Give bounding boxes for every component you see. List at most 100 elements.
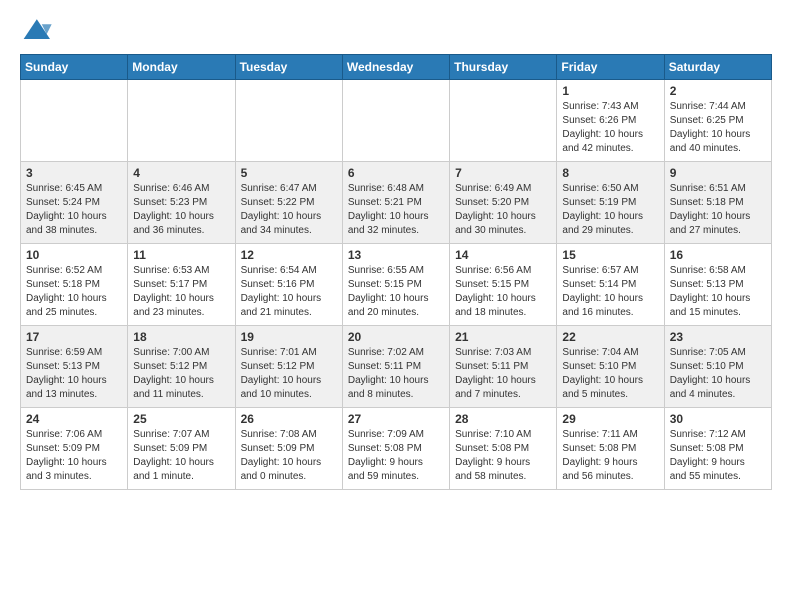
day-number: 21 <box>455 330 551 344</box>
day-info: Sunrise: 7:00 AM Sunset: 5:12 PM Dayligh… <box>133 346 229 402</box>
day-number: 28 <box>455 412 551 426</box>
calendar-cell <box>342 80 449 162</box>
calendar-cell: 9 Sunrise: 6:51 AM Sunset: 5:18 PM Daylig… <box>664 162 771 244</box>
calendar-table: SundayMondayTuesdayWednesdayThursdayFrid… <box>20 54 772 490</box>
day-number: 10 <box>26 248 122 262</box>
calendar-cell: 30 Sunrise: 7:12 AM Sunset: 5:08 PM Dayli… <box>664 408 771 490</box>
calendar-cell: 17 Sunrise: 6:59 AM Sunset: 5:13 PM Dayli… <box>21 326 128 408</box>
calendar-cell: 6Sunrise: 6:48 AM Sunset: 5:21 PM Daylig… <box>342 162 449 244</box>
day-number: 30 <box>670 412 766 426</box>
calendar-cell: 28Sunrise: 7:10 AM Sunset: 5:08 PM Dayli… <box>450 408 557 490</box>
logo <box>20 16 56 44</box>
calendar-cell: 26Sunrise: 7:08 AM Sunset: 5:09 PM Dayli… <box>235 408 342 490</box>
day-info: Sunrise: 6:59 AM Sunset: 5:13 PM Dayligh… <box>26 346 122 402</box>
day-info: Sunrise: 6:46 AM Sunset: 5:23 PM Dayligh… <box>133 182 229 238</box>
weekday-header-thursday: Thursday <box>450 55 557 80</box>
day-number: 2 <box>670 84 766 98</box>
calendar-cell <box>235 80 342 162</box>
day-info: Sunrise: 6:45 AM Sunset: 5:24 PM Dayligh… <box>26 182 122 238</box>
calendar-cell: 8 Sunrise: 6:50 AM Sunset: 5:19 PM Daylig… <box>557 162 664 244</box>
calendar-cell: 19 Sunrise: 7:01 AM Sunset: 5:12 PM Dayli… <box>235 326 342 408</box>
day-number: 4 <box>133 166 229 180</box>
weekday-header-monday: Monday <box>128 55 235 80</box>
day-number: 17 <box>26 330 122 344</box>
weekday-header-tuesday: Tuesday <box>235 55 342 80</box>
weekday-header-sunday: Sunday <box>21 55 128 80</box>
day-number: 7 <box>455 166 551 180</box>
calendar-cell: 14 Sunrise: 6:56 AM Sunset: 5:15 PM Dayli… <box>450 244 557 326</box>
calendar-cell <box>21 80 128 162</box>
calendar-cell: 20 Sunrise: 7:02 AM Sunset: 5:11 PM Dayli… <box>342 326 449 408</box>
day-info: Sunrise: 7:06 AM Sunset: 5:09 PM Dayligh… <box>26 428 122 484</box>
day-number: 18 <box>133 330 229 344</box>
week-row-4: 24Sunrise: 7:06 AM Sunset: 5:09 PM Dayli… <box>21 408 772 490</box>
calendar-cell: 15Sunrise: 6:57 AM Sunset: 5:14 PM Dayli… <box>557 244 664 326</box>
week-row-0: 1 Sunrise: 7:43 AM Sunset: 6:26 PM Daylig… <box>21 80 772 162</box>
day-info: Sunrise: 6:48 AM Sunset: 5:21 PM Dayligh… <box>348 182 444 238</box>
day-number: 3 <box>26 166 122 180</box>
week-row-3: 17 Sunrise: 6:59 AM Sunset: 5:13 PM Dayli… <box>21 326 772 408</box>
calendar-cell: 3 Sunrise: 6:45 AM Sunset: 5:24 PM Daylig… <box>21 162 128 244</box>
day-info: Sunrise: 6:56 AM Sunset: 5:15 PM Dayligh… <box>455 264 551 320</box>
day-info: Sunrise: 6:49 AM Sunset: 5:20 PM Dayligh… <box>455 182 551 238</box>
day-number: 23 <box>670 330 766 344</box>
day-info: Sunrise: 6:53 AM Sunset: 5:17 PM Dayligh… <box>133 264 229 320</box>
day-info: Sunrise: 7:44 AM Sunset: 6:25 PM Dayligh… <box>670 100 766 156</box>
day-info: Sunrise: 6:52 AM Sunset: 5:18 PM Dayligh… <box>26 264 122 320</box>
calendar-cell: 22 Sunrise: 7:04 AM Sunset: 5:10 PM Dayli… <box>557 326 664 408</box>
day-info: Sunrise: 7:01 AM Sunset: 5:12 PM Dayligh… <box>241 346 337 402</box>
calendar-cell: 2 Sunrise: 7:44 AM Sunset: 6:25 PM Daylig… <box>664 80 771 162</box>
day-info: Sunrise: 6:54 AM Sunset: 5:16 PM Dayligh… <box>241 264 337 320</box>
day-info: Sunrise: 7:03 AM Sunset: 5:11 PM Dayligh… <box>455 346 551 402</box>
day-info: Sunrise: 7:07 AM Sunset: 5:09 PM Dayligh… <box>133 428 229 484</box>
logo-icon <box>20 16 52 44</box>
calendar-cell: 10 Sunrise: 6:52 AM Sunset: 5:18 PM Dayli… <box>21 244 128 326</box>
day-info: Sunrise: 7:04 AM Sunset: 5:10 PM Dayligh… <box>562 346 658 402</box>
day-info: Sunrise: 6:47 AM Sunset: 5:22 PM Dayligh… <box>241 182 337 238</box>
calendar-cell: 12 Sunrise: 6:54 AM Sunset: 5:16 PM Dayli… <box>235 244 342 326</box>
day-number: 14 <box>455 248 551 262</box>
day-info: Sunrise: 7:43 AM Sunset: 6:26 PM Dayligh… <box>562 100 658 156</box>
day-number: 1 <box>562 84 658 98</box>
day-number: 11 <box>133 248 229 262</box>
day-info: Sunrise: 6:58 AM Sunset: 5:13 PM Dayligh… <box>670 264 766 320</box>
calendar-cell: 27Sunrise: 7:09 AM Sunset: 5:08 PM Dayli… <box>342 408 449 490</box>
calendar-cell: 1 Sunrise: 7:43 AM Sunset: 6:26 PM Daylig… <box>557 80 664 162</box>
day-number: 13 <box>348 248 444 262</box>
day-info: Sunrise: 6:51 AM Sunset: 5:18 PM Dayligh… <box>670 182 766 238</box>
day-number: 20 <box>348 330 444 344</box>
calendar-cell: 16 Sunrise: 6:58 AM Sunset: 5:13 PM Dayli… <box>664 244 771 326</box>
day-number: 15 <box>562 248 658 262</box>
calendar-cell: 18 Sunrise: 7:00 AM Sunset: 5:12 PM Dayli… <box>128 326 235 408</box>
day-info: Sunrise: 7:11 AM Sunset: 5:08 PM Dayligh… <box>562 428 658 484</box>
week-row-2: 10 Sunrise: 6:52 AM Sunset: 5:18 PM Dayli… <box>21 244 772 326</box>
day-info: Sunrise: 6:50 AM Sunset: 5:19 PM Dayligh… <box>562 182 658 238</box>
day-number: 9 <box>670 166 766 180</box>
day-number: 19 <box>241 330 337 344</box>
weekday-header-friday: Friday <box>557 55 664 80</box>
day-number: 12 <box>241 248 337 262</box>
day-number: 8 <box>562 166 658 180</box>
day-number: 22 <box>562 330 658 344</box>
calendar-cell: 5 Sunrise: 6:47 AM Sunset: 5:22 PM Daylig… <box>235 162 342 244</box>
day-info: Sunrise: 7:12 AM Sunset: 5:08 PM Dayligh… <box>670 428 766 484</box>
calendar-cell: 23 Sunrise: 7:05 AM Sunset: 5:10 PM Dayli… <box>664 326 771 408</box>
day-info: Sunrise: 7:08 AM Sunset: 5:09 PM Dayligh… <box>241 428 337 484</box>
day-number: 5 <box>241 166 337 180</box>
calendar-cell <box>128 80 235 162</box>
day-info: Sunrise: 7:02 AM Sunset: 5:11 PM Dayligh… <box>348 346 444 402</box>
calendar-cell: 21 Sunrise: 7:03 AM Sunset: 5:11 PM Dayli… <box>450 326 557 408</box>
week-row-1: 3 Sunrise: 6:45 AM Sunset: 5:24 PM Daylig… <box>21 162 772 244</box>
calendar-cell: 13 Sunrise: 6:55 AM Sunset: 5:15 PM Dayli… <box>342 244 449 326</box>
day-number: 25 <box>133 412 229 426</box>
day-number: 16 <box>670 248 766 262</box>
day-number: 29 <box>562 412 658 426</box>
day-info: Sunrise: 7:05 AM Sunset: 5:10 PM Dayligh… <box>670 346 766 402</box>
calendar-body: 1 Sunrise: 7:43 AM Sunset: 6:26 PM Daylig… <box>21 80 772 490</box>
calendar-header: SundayMondayTuesdayWednesdayThursdayFrid… <box>21 55 772 80</box>
calendar-cell: 24Sunrise: 7:06 AM Sunset: 5:09 PM Dayli… <box>21 408 128 490</box>
weekday-header-saturday: Saturday <box>664 55 771 80</box>
day-info: Sunrise: 6:55 AM Sunset: 5:15 PM Dayligh… <box>348 264 444 320</box>
weekday-header-wednesday: Wednesday <box>342 55 449 80</box>
calendar-cell: 11 Sunrise: 6:53 AM Sunset: 5:17 PM Dayli… <box>128 244 235 326</box>
